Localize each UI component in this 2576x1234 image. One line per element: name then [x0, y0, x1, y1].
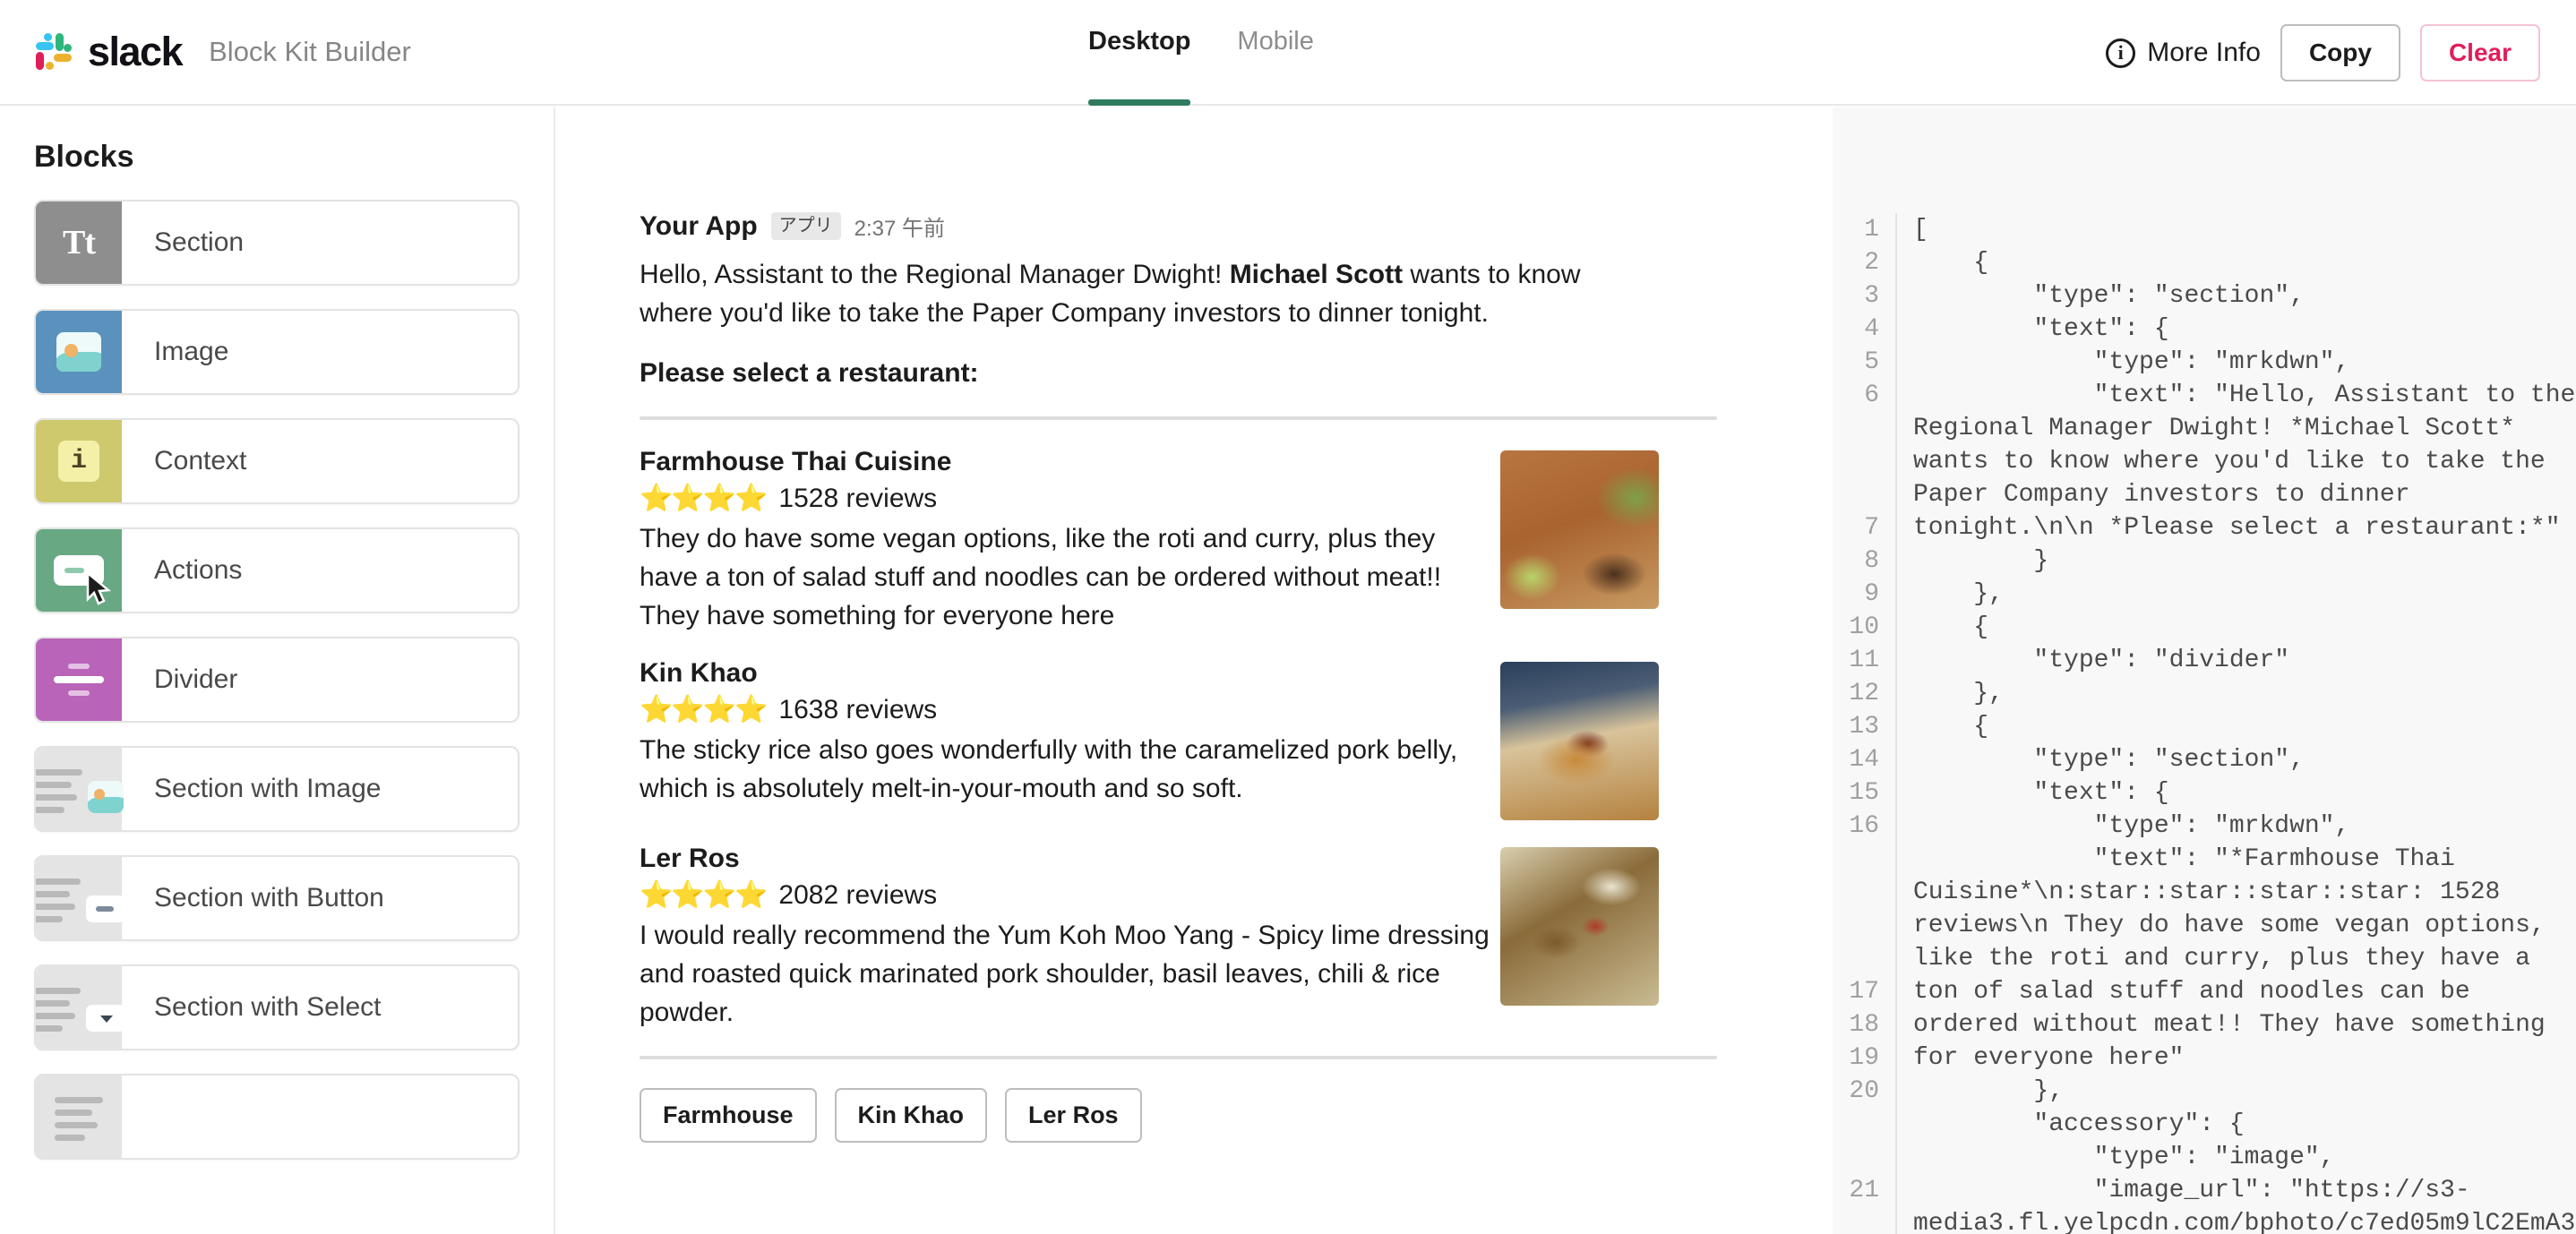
restaurant-review-count: 1638 reviews: [778, 695, 938, 725]
restaurant-name: Farmhouse Thai Cuisine: [640, 446, 952, 476]
actions-button-icon: [36, 529, 122, 612]
star-rating-icon: ⭐⭐⭐⭐: [640, 483, 768, 513]
message-prompt: Please select a restaurant:: [640, 357, 979, 388]
header-actions: i More Info Copy Clear: [2106, 0, 2540, 106]
action-buttons: Farmhouse Kin Khao Ler Ros: [640, 1088, 1659, 1144]
sidebar-item-label: Section: [154, 227, 245, 257]
info-context-icon: i: [36, 420, 122, 502]
restaurant-name: Ler Ros: [640, 844, 740, 874]
app-header: slack Block Kit Builder Desktop Mobile i…: [0, 0, 2576, 106]
copy-button[interactable]: Copy: [2280, 24, 2400, 81]
text-tt-icon: Tt: [36, 201, 122, 284]
section-image-icon: [36, 748, 124, 830]
sidebar-item-label: Divider: [154, 664, 238, 694]
restaurant-item: Farmhouse Thai Cuisine ⭐⭐⭐⭐ 1528 reviews…: [640, 447, 1659, 636]
sidebar-item-section-with-image[interactable]: Section with Image: [34, 746, 519, 832]
more-info-button[interactable]: i More Info: [2106, 38, 2261, 68]
message-body-bold: Michael Scott: [1229, 260, 1404, 289]
sidebar-item-label: Section with Select: [154, 992, 382, 1022]
slack-logo-icon: [34, 31, 75, 73]
restaurant-description: They do have some vegan options, like th…: [640, 523, 1442, 630]
action-button-kin-khao[interactable]: Kin Khao: [834, 1088, 988, 1144]
tab-mobile[interactable]: Mobile: [1237, 27, 1313, 106]
sidebar-item-label: Context: [154, 446, 247, 476]
sidebar-item-label: Actions: [154, 555, 243, 585]
section-select-icon: [36, 966, 125, 1049]
sidebar-item-label: Section with Image: [154, 774, 382, 803]
restaurant-text: Kin Khao ⭐⭐⭐⭐ 1638 reviews The sticky ri…: [640, 658, 1500, 809]
message-body-part1: Hello, Assistant to the Regional Manager…: [640, 260, 1230, 289]
sidebar-item-section-with-button[interactable]: Section with Button: [34, 855, 519, 941]
sidebar-item-label: [122, 1075, 154, 1158]
more-info-label: More Info: [2147, 38, 2261, 67]
page-title: Block Kit Builder: [209, 36, 411, 67]
action-button-farmhouse[interactable]: Farmhouse: [640, 1088, 817, 1144]
json-source[interactable]: [ { "type": "section", "text": { "type":…: [1897, 213, 2576, 1234]
restaurant-rating: ⭐⭐⭐⭐ 2082 reviews: [640, 879, 1500, 912]
sidebar-heading: Blocks: [34, 140, 134, 174]
message-author: Your App: [640, 210, 758, 241]
clear-button[interactable]: Clear: [2419, 24, 2540, 81]
sidebar-item-image[interactable]: Image: [34, 309, 519, 395]
message-header: Your App アプリ 2:37 午前: [640, 210, 1659, 242]
divider-icon: [36, 638, 122, 721]
restaurant-review-count: 2082 reviews: [778, 880, 938, 911]
section-button-icon: [36, 857, 125, 939]
image-icon: [36, 311, 122, 393]
restaurant-text: Farmhouse Thai Cuisine ⭐⭐⭐⭐ 1528 reviews…: [640, 447, 1500, 636]
star-rating-icon: ⭐⭐⭐⭐: [640, 695, 768, 725]
restaurant-description: The sticky rice also goes wonderfully wi…: [640, 735, 1458, 804]
restaurant-text: Ler Ros ⭐⭐⭐⭐ 2082 reviews I would really…: [640, 844, 1500, 1033]
restaurant-rating: ⭐⭐⭐⭐ 1638 reviews: [640, 694, 1500, 726]
restaurant-item: Kin Khao ⭐⭐⭐⭐ 1638 reviews The sticky ri…: [640, 658, 1659, 821]
restaurant-review-count: 1528 reviews: [778, 483, 938, 513]
tab-desktop[interactable]: Desktop: [1088, 27, 1191, 106]
restaurant-name: Kin Khao: [640, 658, 758, 689]
divider-rule-bottom: [640, 1056, 1717, 1060]
message-body: Hello, Assistant to the Regional Manager…: [640, 256, 1659, 333]
action-button-ler-ros[interactable]: Ler Ros: [1005, 1088, 1142, 1144]
sidebar-item-divider[interactable]: Divider: [34, 637, 519, 723]
line-number-gutter: 1 2 3 4 5 6 7 8 9 10 11 12 13 14 15 16 1…: [1833, 213, 1897, 1234]
blocks-sidebar: Blocks Tt Section Image i Context Action…: [0, 107, 555, 1234]
restaurant-thumbnail: [1500, 450, 1659, 609]
block-list: Tt Section Image i Context Actions Divid…: [0, 200, 554, 1160]
sidebar-item-actions[interactable]: Actions: [34, 527, 519, 613]
message-preview: Your App アプリ 2:37 午前 Hello, Assistant to…: [557, 107, 1833, 1234]
code-editor[interactable]: 1 2 3 4 5 6 7 8 9 10 11 12 13 14 15 16 1…: [1833, 107, 2576, 1234]
brand: slack Block Kit Builder: [34, 29, 411, 75]
section-partial-icon: [36, 1075, 122, 1158]
slack-wordmark: slack: [88, 29, 184, 74]
restaurant-thumbnail: [1500, 662, 1659, 821]
view-tabs: Desktop Mobile: [1088, 0, 1314, 106]
restaurant-item: Ler Ros ⭐⭐⭐⭐ 2082 reviews I would really…: [640, 844, 1659, 1033]
sidebar-item-partial[interactable]: [34, 1074, 519, 1160]
restaurant-thumbnail: [1500, 847, 1659, 1007]
restaurant-rating: ⭐⭐⭐⭐ 1528 reviews: [640, 483, 1500, 515]
sidebar-item-section[interactable]: Tt Section: [34, 200, 519, 286]
star-rating-icon: ⭐⭐⭐⭐: [640, 880, 768, 911]
info-circle-icon: i: [2106, 38, 2136, 68]
message-timestamp: 2:37 午前: [854, 217, 946, 241]
divider-rule: [640, 416, 1717, 420]
slack-message: Your App アプリ 2:37 午前 Hello, Assistant to…: [557, 107, 1717, 1144]
json-code-panel[interactable]: 1 2 3 4 5 6 7 8 9 10 11 12 13 14 15 16 1…: [1833, 107, 2576, 1234]
sidebar-item-section-with-select[interactable]: Section with Select: [34, 964, 519, 1050]
sidebar-item-label: Image: [154, 337, 229, 366]
sidebar-item-label: Section with Button: [154, 883, 384, 913]
sidebar-item-context[interactable]: i Context: [34, 418, 519, 504]
restaurant-description: I would really recommend the Yum Koh Moo…: [640, 921, 1490, 1028]
app-badge: アプリ: [770, 212, 841, 240]
